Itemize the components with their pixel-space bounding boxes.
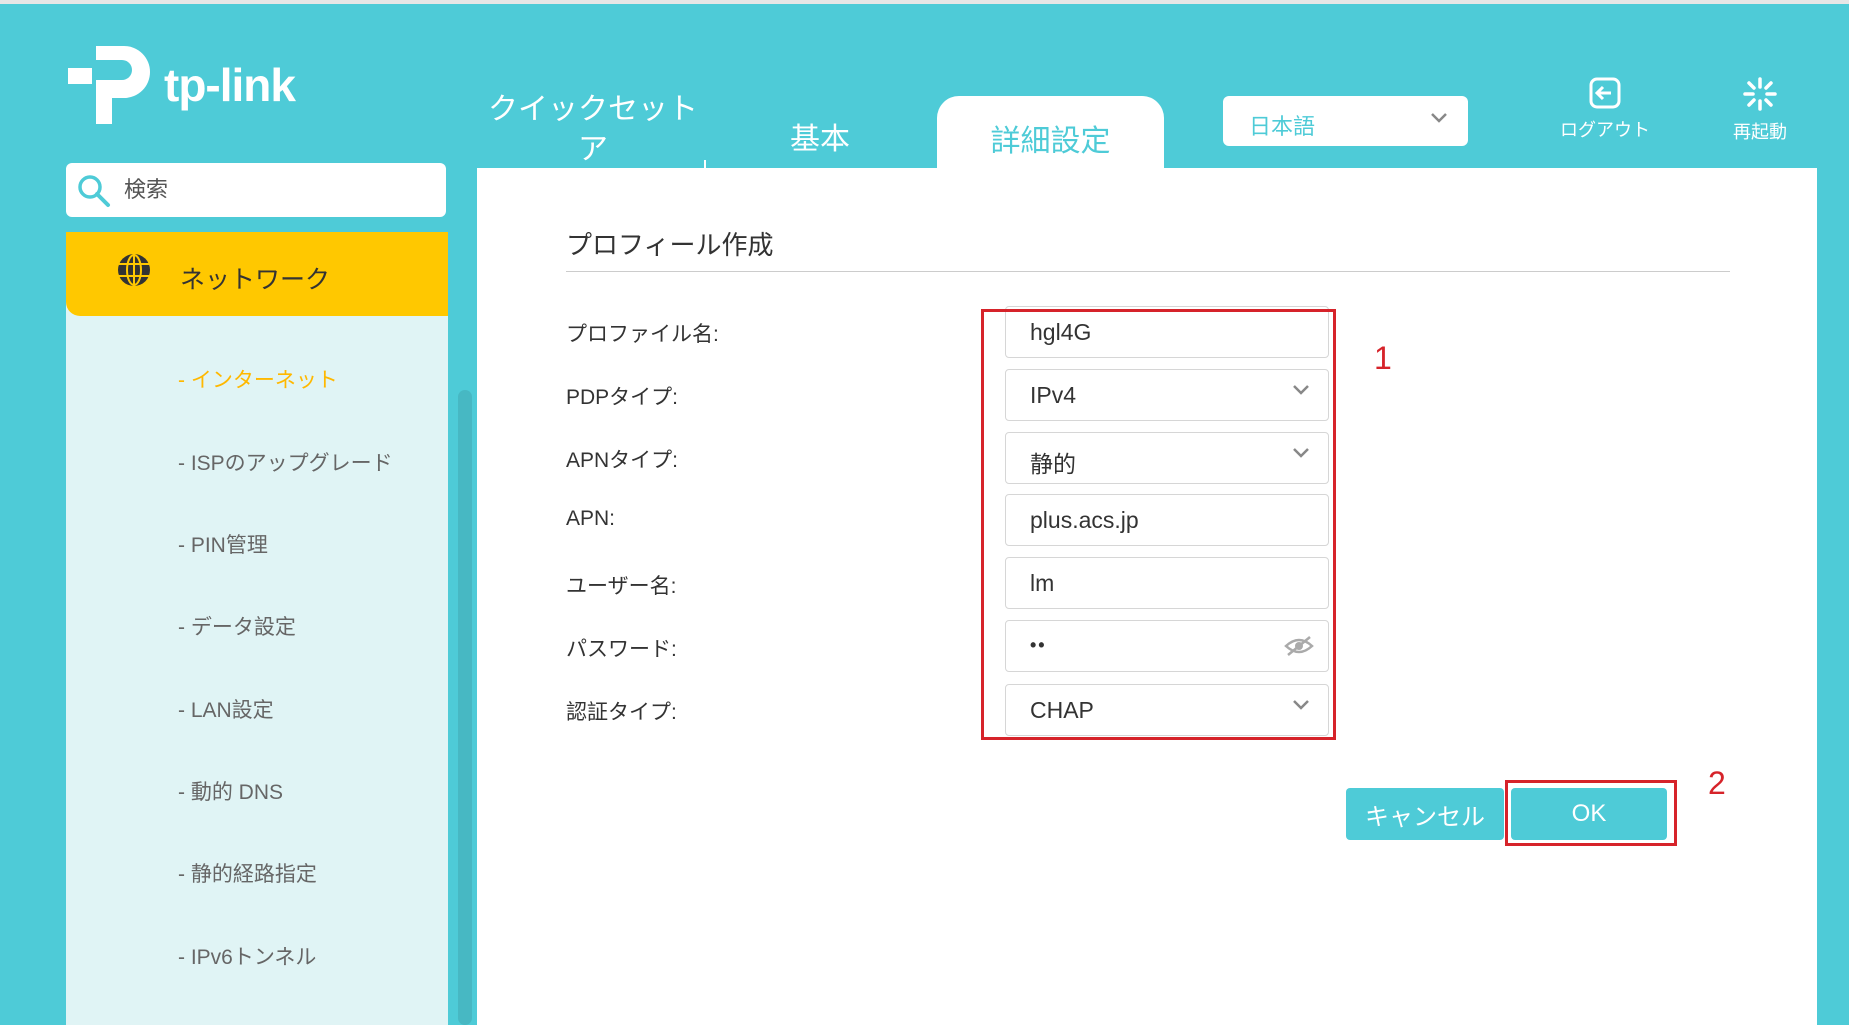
sidebar-scrollbar[interactable] (458, 390, 472, 1025)
language-value: 日本語 (1249, 114, 1316, 139)
label-apn-type: APNタイプ: (566, 449, 679, 472)
logout-button[interactable]: ログアウト (1540, 76, 1670, 142)
label-username: ユーザー名: (566, 575, 677, 598)
label-auth-type: 認証タイプ: (566, 701, 677, 724)
sidebar-section-network[interactable]: ネットワーク (66, 232, 448, 316)
tp-link-logo-icon (68, 46, 150, 124)
label-profile-name: プロファイル名: (566, 323, 719, 346)
reboot-label: 再起動 (1733, 122, 1787, 142)
tab-quick-setup-line1: クイックセットア (488, 93, 698, 166)
title-divider (566, 271, 1730, 272)
search-input[interactable] (124, 171, 424, 209)
tab-advanced[interactable]: 詳細設定 (937, 96, 1164, 168)
search-icon (78, 175, 110, 207)
sidebar-item-pin[interactable]: - PIN管理 (178, 529, 268, 559)
search-box[interactable] (66, 163, 446, 217)
sidebar-item-lan[interactable]: - LAN設定 (178, 694, 274, 724)
page-title: プロフィール作成 (566, 230, 774, 260)
label-apn: APN: (566, 507, 616, 530)
annotation-box-2 (1505, 780, 1677, 846)
annotation-box-1 (981, 309, 1336, 740)
globe-icon (118, 254, 150, 286)
tab-basic[interactable]: 基本 (770, 114, 870, 158)
logout-icon (1589, 77, 1621, 109)
annotation-number-2: 2 (1708, 765, 1726, 801)
label-pdp-type: PDPタイプ: (566, 386, 679, 409)
sidebar-item-isp-upgrade[interactable]: - ISPのアップグレード (178, 447, 393, 477)
reboot-button[interactable]: 再起動 (1700, 76, 1820, 144)
cancel-button[interactable]: キャンセル (1346, 788, 1504, 840)
sidebar-item-ipv6-tunnel[interactable]: - IPv6トンネル (178, 941, 316, 971)
sidebar-item-static-routing[interactable]: - 静的経路指定 (178, 858, 317, 888)
sidebar-item-ddns[interactable]: - 動的 DNS (178, 776, 283, 806)
language-select[interactable]: 日本語 (1223, 96, 1468, 146)
reboot-icon (1743, 77, 1777, 111)
sidebar-section-label: ネットワーク (180, 266, 331, 294)
sidebar-item-internet[interactable]: - インターネット (178, 364, 338, 394)
annotation-number-1: 1 (1374, 340, 1392, 376)
chevron-down-icon (1431, 113, 1447, 123)
brand-name: tp-link (164, 59, 296, 111)
top-border (0, 0, 1849, 4)
label-password: パスワード: (566, 638, 677, 661)
brand-logo: tp-link (66, 42, 296, 128)
sidebar-item-data-settings[interactable]: - データ設定 (178, 611, 296, 641)
logout-label: ログアウト (1560, 120, 1650, 140)
